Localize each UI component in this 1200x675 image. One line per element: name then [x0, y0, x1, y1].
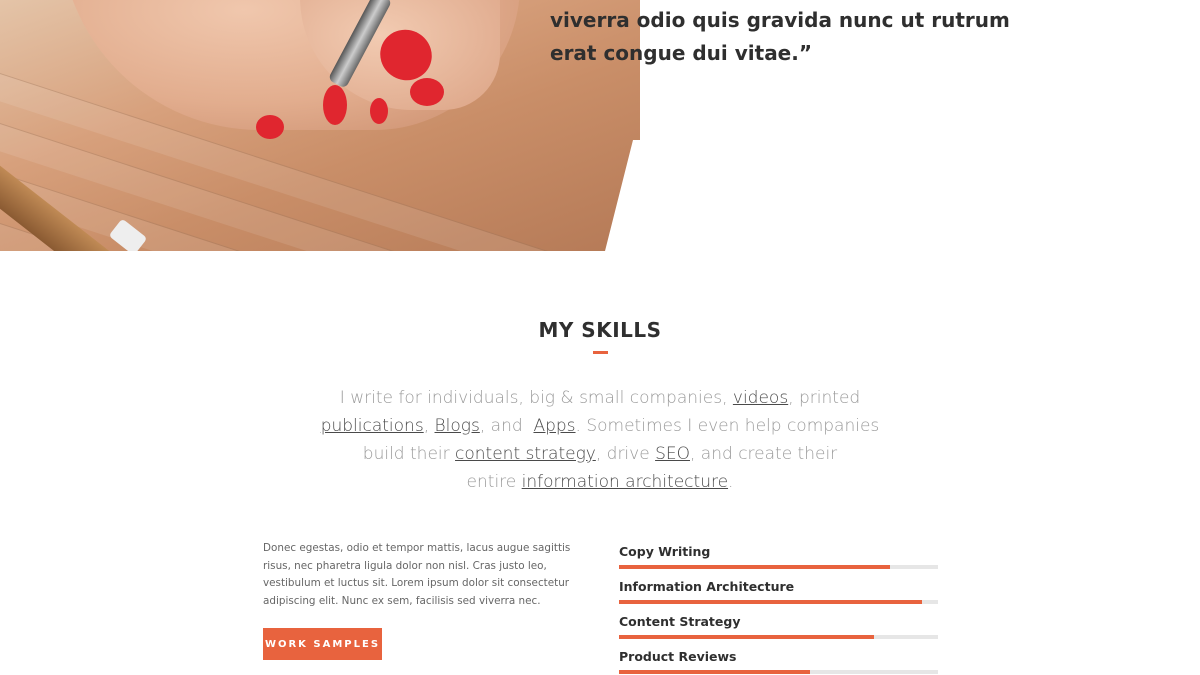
- intro-text: , printed: [788, 388, 861, 408]
- skill-fill: [619, 670, 811, 674]
- page: viverra odio quis gravida nunc ut rutrum…: [0, 0, 1200, 675]
- description-line: vestibulum et luctus sit. Lorem ipsum do…: [263, 577, 570, 590]
- intro-text: I write for individuals, big & small com…: [339, 388, 733, 408]
- nail-graphic: [256, 115, 284, 139]
- intro-text: , drive: [595, 444, 656, 464]
- nail-graphic: [323, 85, 347, 125]
- hero-photo: [0, 0, 640, 251]
- skills-description: Donec egestas, odio et tempor mattis, la…: [263, 540, 571, 610]
- skill-track: [619, 600, 938, 604]
- skill-product-reviews: Product Reviews: [619, 649, 938, 674]
- publications-link[interactable]: publications: [321, 416, 424, 436]
- work-samples-button[interactable]: WORK SAMPLES: [263, 628, 382, 660]
- skill-label: Content Strategy: [619, 614, 741, 629]
- blogs-link[interactable]: Blogs: [435, 416, 480, 436]
- intro-line: I write for individuals, big & small com…: [300, 384, 900, 412]
- skill-fill: [619, 565, 891, 569]
- apps-link[interactable]: Apps: [533, 416, 575, 436]
- skill-content-strategy: Content Strategy: [619, 614, 938, 639]
- skill-label: Product Reviews: [619, 649, 737, 664]
- information-architecture-link[interactable]: information architecture: [522, 472, 728, 492]
- section-title: MY SKILLS: [538, 318, 662, 342]
- skill-track: [619, 635, 938, 639]
- intro-text: . Sometimes I even help companies: [575, 416, 880, 436]
- skill-track: [619, 565, 938, 569]
- intro-text: .: [728, 472, 734, 492]
- seo-link[interactable]: SEO: [655, 444, 690, 464]
- intro-text: build their: [362, 444, 456, 464]
- intro-text: , and create their: [690, 444, 838, 464]
- intro-line: entire information architecture.: [300, 468, 900, 496]
- intro-text: , and: [479, 416, 534, 436]
- skill-label: Information Architecture: [619, 579, 795, 594]
- intro-line: build their content strategy, drive SEO,…: [300, 440, 900, 468]
- skill-label: Copy Writing: [619, 544, 711, 559]
- skill-information-architecture: Information Architecture: [619, 579, 938, 604]
- title-underline: [593, 351, 608, 354]
- nail-graphic: [410, 78, 444, 106]
- intro-text: ,: [423, 416, 435, 436]
- description-line: Donec egestas, odio et tempor mattis, la…: [263, 542, 571, 554]
- skill-fill: [619, 635, 875, 639]
- quote-line: viverra odio quis gravida nunc ut rutrum: [550, 8, 1010, 32]
- skill-track: [619, 670, 938, 674]
- nail-graphic: [370, 98, 388, 124]
- skill-fill: [619, 600, 923, 604]
- videos-link[interactable]: videos: [733, 388, 788, 408]
- skill-copy-writing: Copy Writing: [619, 544, 938, 569]
- quote-line: erat congue dui vitae.”: [550, 41, 812, 65]
- description-line: adipiscing elit. Nunc ex sem, facilisis …: [263, 594, 541, 607]
- intro-line: publications, Blogs, and Apps. Sometimes…: [300, 412, 900, 440]
- intro-text: entire: [466, 472, 522, 492]
- content-strategy-link[interactable]: content strategy: [455, 444, 596, 464]
- description-line: risus, nec pharetra ligula dolor non nis…: [263, 559, 547, 572]
- skills-intro: I write for individuals, big & small com…: [300, 384, 900, 496]
